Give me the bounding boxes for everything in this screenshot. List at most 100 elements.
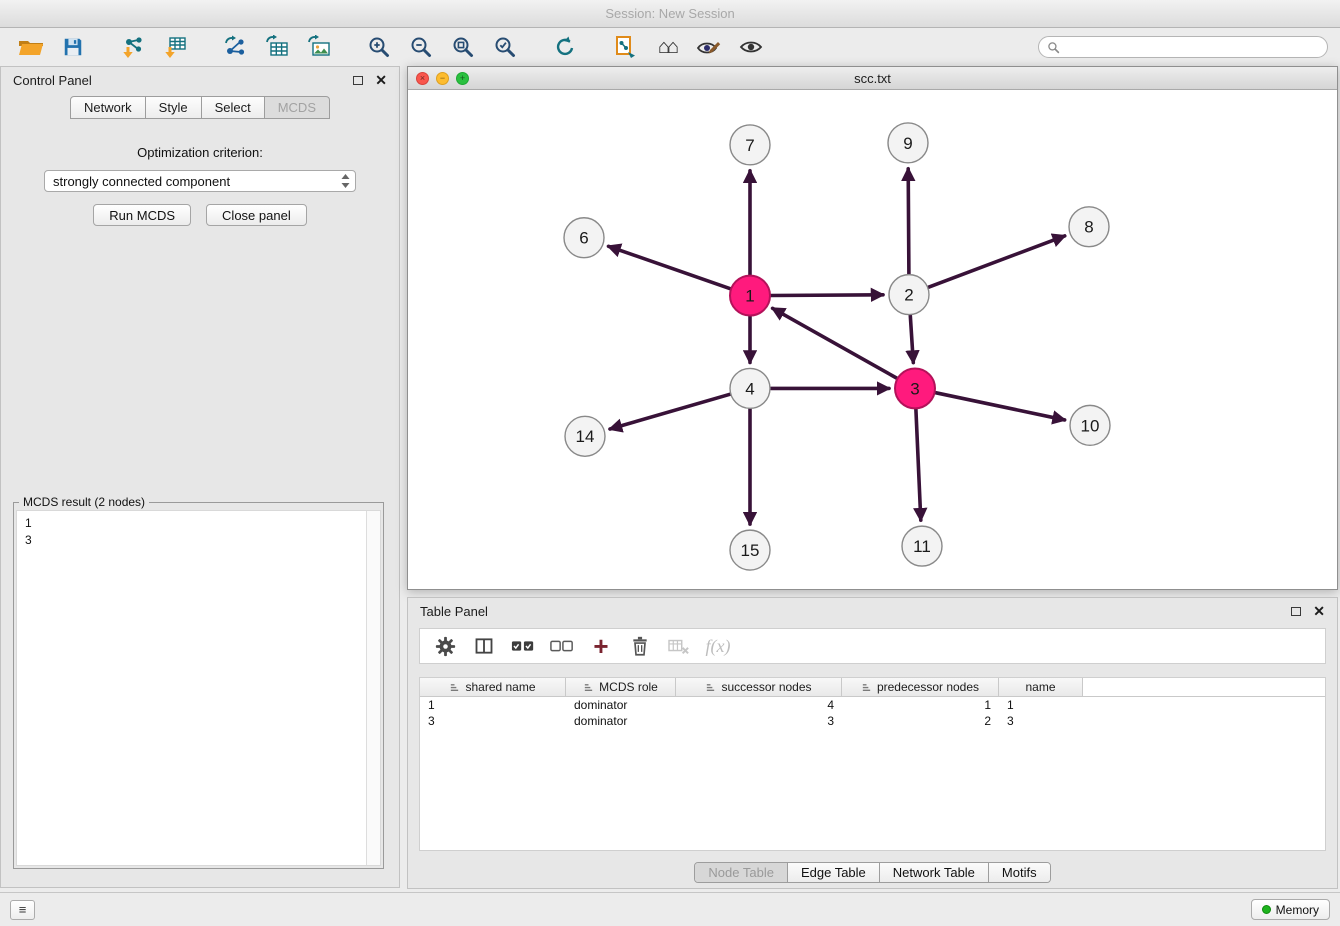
column-header-name[interactable]: name (999, 678, 1083, 696)
graph-node-7[interactable]: 7 (730, 125, 770, 165)
cell-shared-name[interactable]: 3 (420, 713, 566, 729)
search-box[interactable] (1038, 36, 1328, 58)
close-panel-icon[interactable]: ✕ (375, 73, 387, 87)
import-network-button[interactable] (114, 32, 152, 62)
delete-table-button[interactable] (627, 633, 653, 659)
graph-node-1[interactable]: 1 (730, 276, 770, 316)
zoom-fit-button[interactable] (444, 32, 482, 62)
close-window-icon[interactable]: × (416, 72, 429, 85)
zoom-in-button[interactable] (360, 32, 398, 62)
cell-mcds-role[interactable]: dominator (566, 697, 676, 713)
paint-style-button[interactable] (690, 32, 728, 62)
table-settings-button[interactable] (432, 633, 458, 659)
tab-select[interactable]: Select (202, 96, 265, 119)
menu-icon: ≡ (19, 902, 27, 917)
criterion-dropdown[interactable]: strongly connected component (44, 170, 356, 192)
table-row[interactable]: 1 dominator 4 1 1 (420, 697, 1325, 713)
column-header-shared-name[interactable]: shared name (420, 678, 566, 696)
column-header-predecessor-nodes[interactable]: predecessor nodes (842, 678, 999, 696)
graph-edge-1-2[interactable] (771, 295, 883, 296)
column-header-mcds-role[interactable]: MCDS role (566, 678, 676, 696)
show-hide-button[interactable] (732, 32, 770, 62)
cell-successor-nodes[interactable]: 3 (676, 713, 842, 729)
tab-style[interactable]: Style (146, 96, 202, 119)
graph-node-2[interactable]: 2 (889, 275, 929, 315)
graph-edge-2-8[interactable] (929, 236, 1065, 287)
graph-node-4[interactable]: 4 (730, 368, 770, 408)
create-column-button[interactable]: + (588, 633, 614, 659)
float-panel-icon[interactable] (1291, 607, 1301, 616)
graph-node-6[interactable]: 6 (564, 218, 604, 258)
node-table: shared name MCDS role successor nodes pr… (419, 677, 1326, 851)
minimize-window-icon[interactable]: − (436, 72, 449, 85)
column-header-successor-nodes[interactable]: successor nodes (676, 678, 842, 696)
export-image-button[interactable] (300, 32, 338, 62)
memory-button[interactable]: Memory (1251, 899, 1330, 920)
close-panel-icon[interactable]: ✕ (1313, 604, 1325, 618)
export-network-button[interactable] (216, 32, 254, 62)
table-toolbar: + f(x) (419, 628, 1326, 664)
status-bar: ≡ Memory (0, 892, 1340, 926)
zoom-out-icon (409, 35, 433, 59)
columns-icon (474, 636, 494, 656)
network-graph-svg[interactable]: 7 9 6 8 1 2 4 3 14 10 15 11 (408, 90, 1337, 589)
run-mcds-button[interactable]: Run MCDS (93, 204, 191, 226)
tab-network[interactable]: Network (70, 96, 146, 119)
tab-motifs[interactable]: Motifs (988, 863, 1050, 882)
tab-node-table[interactable]: Node Table (695, 863, 787, 882)
graph-node-10[interactable]: 10 (1070, 405, 1110, 445)
table-row[interactable]: 3 dominator 3 2 3 (420, 713, 1325, 729)
graph-edge-3-1[interactable] (773, 308, 897, 378)
eye-icon (738, 35, 764, 59)
graph-node-14[interactable]: 14 (565, 416, 605, 456)
float-panel-icon[interactable] (353, 76, 363, 85)
search-icon (1047, 41, 1060, 54)
graph-edge-3-11[interactable] (916, 409, 921, 520)
graph-node-9[interactable]: 9 (888, 123, 928, 163)
svg-text:1: 1 (745, 287, 754, 306)
first-neighbors-button[interactable]: ⌂⌂ (648, 32, 686, 62)
select-all-button[interactable] (510, 633, 536, 659)
tab-edge-table[interactable]: Edge Table (787, 863, 879, 882)
open-file-button[interactable] (12, 32, 50, 62)
network-file-button[interactable] (606, 32, 644, 62)
cell-name[interactable]: 3 (999, 713, 1083, 729)
graph-edge-3-10[interactable] (936, 393, 1065, 420)
graph-edge-4-14[interactable] (610, 394, 730, 429)
zoom-selected-button[interactable] (486, 32, 524, 62)
search-input[interactable] (1065, 39, 1319, 55)
import-table-button[interactable] (156, 32, 194, 62)
cell-name[interactable]: 1 (999, 697, 1083, 713)
export-table-button[interactable] (258, 32, 296, 62)
network-canvas[interactable]: 7 9 6 8 1 2 4 3 14 10 15 11 (408, 90, 1337, 589)
graph-edge-1-6[interactable] (609, 246, 731, 288)
mcds-buttons-row: Run MCDS Close panel (1, 204, 399, 226)
mcds-result-area[interactable]: 1 3 (16, 510, 381, 866)
cell-predecessor-nodes[interactable]: 1 (842, 697, 999, 713)
task-history-button[interactable]: ≡ (10, 900, 35, 920)
svg-text:14: 14 (576, 427, 595, 446)
save-session-button[interactable] (54, 32, 92, 62)
graph-node-11[interactable]: 11 (902, 526, 942, 566)
cell-predecessor-nodes[interactable]: 2 (842, 713, 999, 729)
cell-successor-nodes[interactable]: 4 (676, 697, 842, 713)
close-panel-button[interactable]: Close panel (206, 204, 307, 226)
deselect-all-button[interactable] (549, 633, 575, 659)
mcds-result-lines: 1 3 (17, 511, 380, 553)
svg-text:2: 2 (904, 286, 913, 305)
cell-mcds-role[interactable]: dominator (566, 713, 676, 729)
graph-node-8[interactable]: 8 (1069, 207, 1109, 247)
refresh-view-button[interactable] (546, 32, 584, 62)
graph-edge-2-3[interactable] (910, 316, 913, 363)
cell-shared-name[interactable]: 1 (420, 697, 566, 713)
tab-mcds[interactable]: MCDS (265, 96, 330, 119)
graph-node-15[interactable]: 15 (730, 530, 770, 570)
tab-network-table[interactable]: Network Table (879, 863, 988, 882)
zoom-window-icon[interactable]: + (456, 72, 469, 85)
graph-node-3[interactable]: 3 (895, 368, 935, 408)
result-scrollbar[interactable] (366, 511, 380, 865)
network-window-titlebar[interactable]: × − + scc.txt (408, 67, 1337, 90)
graph-edge-2-9[interactable] (908, 169, 909, 274)
zoom-out-button[interactable] (402, 32, 440, 62)
show-columns-button[interactable] (471, 633, 497, 659)
